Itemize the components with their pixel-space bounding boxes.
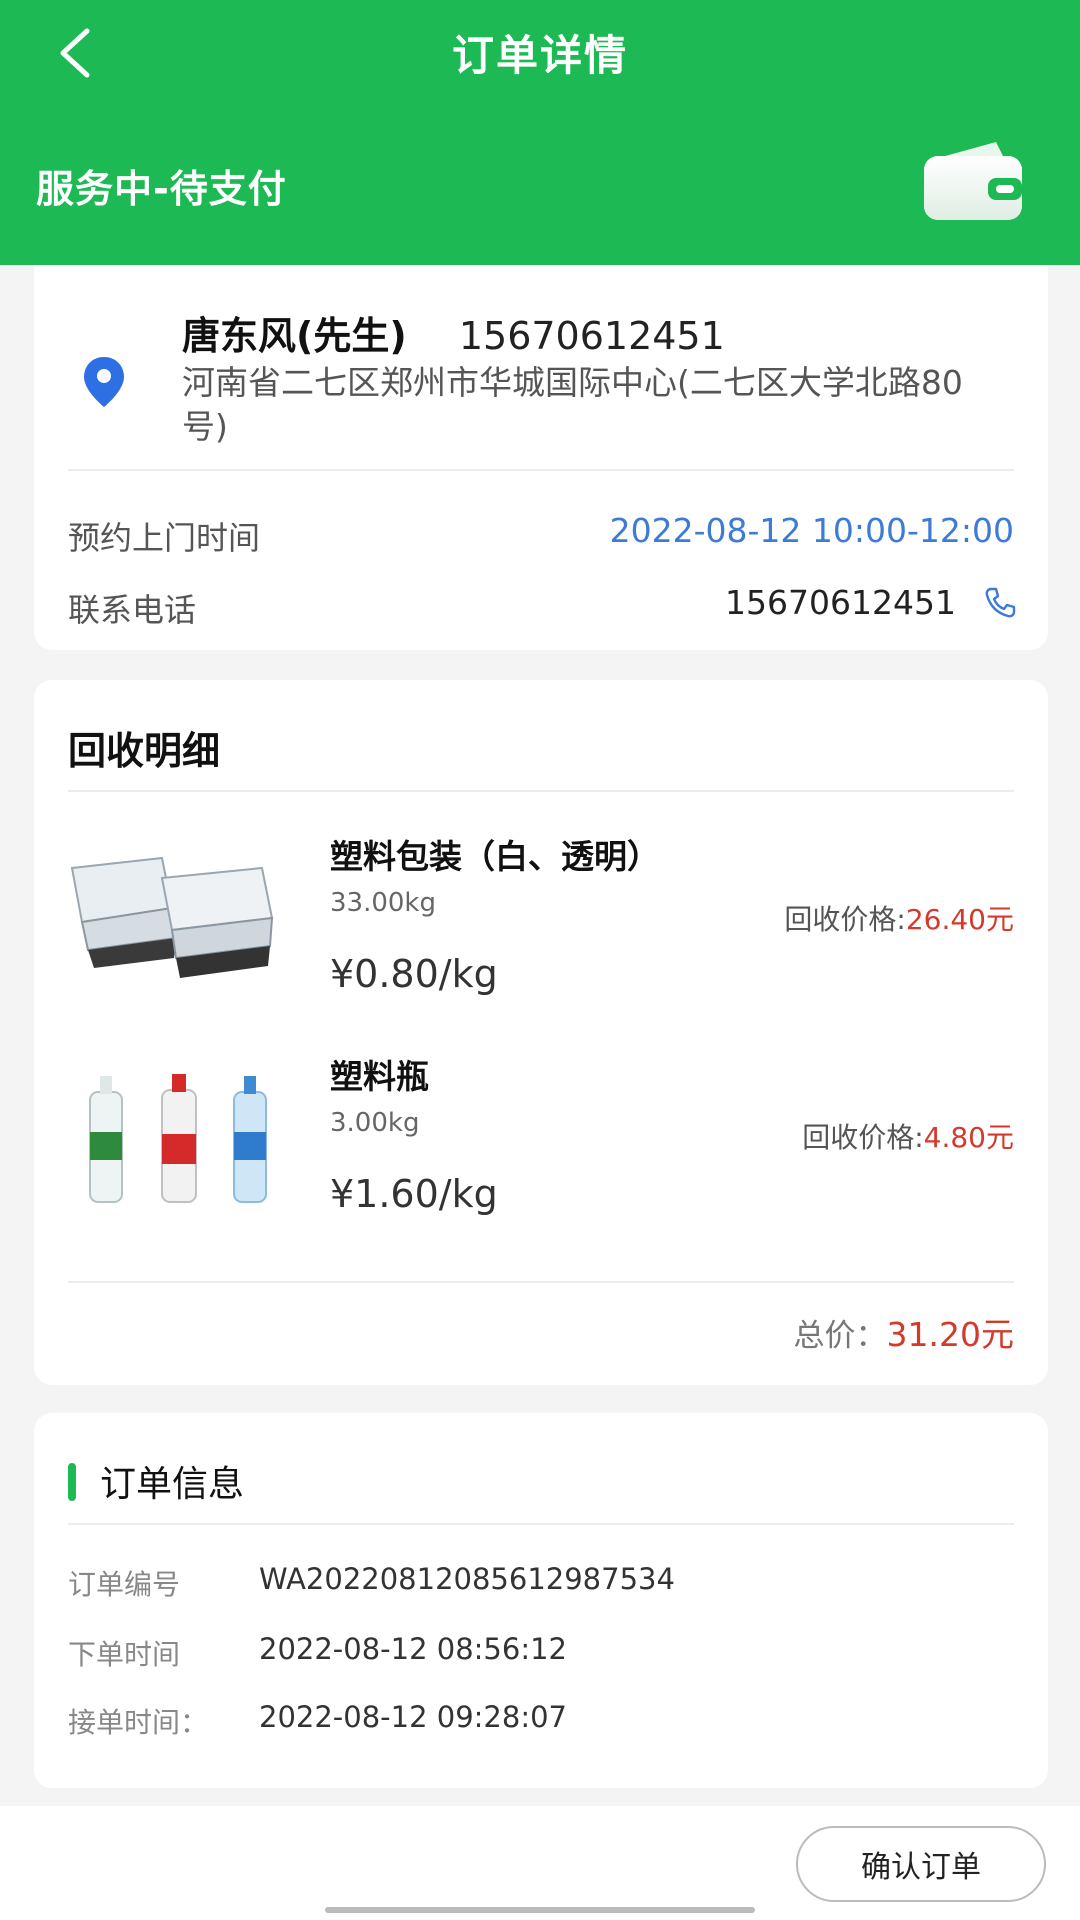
item-weight: 3.00kg [330,1108,420,1138]
location-pin-icon [84,357,124,407]
wallet-icon [924,142,1022,220]
contact-phone-label: 联系电话 [68,591,197,629]
total-price-row: 总价：31.20元 [794,1308,1014,1356]
order-number-label: 订单编号 [68,1568,181,1601]
divider [68,469,1014,471]
item-recycle-price: 回收价格:26.40元 [784,898,1014,938]
address-text: 河南省二七区郑州市华城国际中心(二七区大学北路80号) [182,363,963,446]
item-weight: 33.00kg [330,888,436,918]
appointment-time: 2022-08-12 10:00-12:00 [609,511,1014,550]
recycle-price-amount: 26.40元 [905,903,1014,936]
item-unit-price: ¥1.60/kg [330,1172,498,1216]
item-recycle-price: 回收价格:4.80元 [802,1116,1014,1156]
header: 订单详情 服务中-待支付 [0,0,1080,265]
recycle-price-amount: 4.80元 [923,1121,1014,1154]
address-card: 唐东风(先生) 15670612451 河南省二七区郑州市华城国际中心(二七区大… [34,265,1048,650]
total-amount: 31.20元 [886,1315,1014,1354]
item-unit-price: ¥0.80/kg [330,952,498,996]
divider [68,790,1014,792]
order-time-value: 2022-08-12 08:56:12 [259,1632,567,1666]
recycle-price-label: 回收价格: [802,1121,924,1154]
divider [68,1523,1014,1525]
plastic-bottles-image [89,1074,267,1203]
contact-name-row: 唐东风(先生) 15670612451 [182,305,725,360]
section-accent-bar [68,1463,76,1501]
accept-time-label: 接单时间： [68,1706,209,1739]
recycle-detail-card: 回收明细 塑料包装（白、透明） 33.00kg ¥0.80/kg 回收价格:26… [34,680,1048,1385]
appointment-label: 预约上门时间 [68,519,261,557]
order-time-label: 下单时间 [68,1638,181,1671]
bottom-action-bar: 确认订单 [0,1806,1080,1920]
order-info-card: 订单信息 订单编号 WA20220812085612987534 下单时间 20… [34,1413,1048,1788]
order-number-value: WA20220812085612987534 [259,1562,675,1596]
accept-time-value: 2022-08-12 09:28:07 [259,1700,567,1734]
order-status: 服务中-待支付 [36,167,287,211]
total-label: 总价： [793,1318,887,1354]
item-name: 塑料瓶 [330,1057,429,1096]
section-title: 回收明细 [68,729,221,773]
plastic-container-image [70,856,274,978]
contact-name: 唐东风(先生) [182,314,407,358]
section-title: 订单信息 [100,1464,245,1505]
contact-phone-group[interactable]: 15670612451 [725,583,1018,622]
home-indicator [325,1907,755,1913]
recycle-price-label: 回收价格: [784,903,906,936]
divider [68,1281,1014,1283]
contact-phone-value: 15670612451 [725,583,956,622]
order-detail-page: 订单详情 服务中-待支付 唐东风(先生) 15670612451 河南省二七区郑… [0,0,1080,1920]
contact-phone: 15670612451 [458,314,725,358]
confirm-order-button[interactable]: 确认订单 [796,1826,1046,1902]
phone-icon[interactable] [982,585,1018,621]
page-title: 订单详情 [451,31,628,80]
item-name: 塑料包装（白、透明） [330,837,660,876]
